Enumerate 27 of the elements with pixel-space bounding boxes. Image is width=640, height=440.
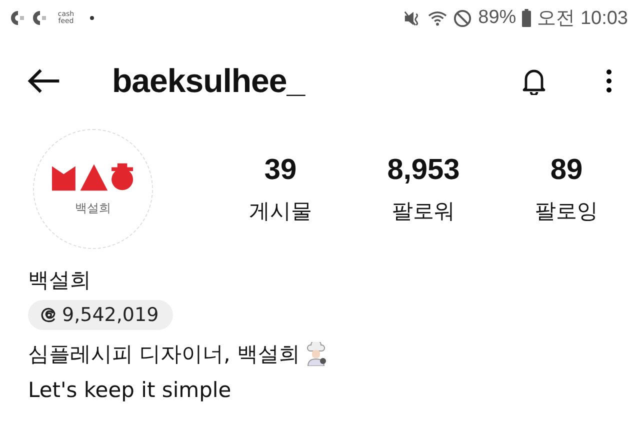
wifi-icon [428, 8, 448, 28]
username: baeksulhee_ [112, 62, 306, 100]
more-icon[interactable] [606, 69, 612, 93]
bio-text: Let's keep it simple [28, 378, 232, 402]
bell-icon[interactable] [522, 67, 546, 95]
back-icon[interactable] [26, 68, 62, 94]
stat-count[interactable]: 8,953 [387, 154, 460, 186]
app-icon [10, 10, 26, 26]
stat-count[interactable]: 39 [264, 154, 297, 186]
avatar-caption: 백설희 [75, 200, 111, 216]
avatar[interactable]: 백설희 [33, 129, 153, 249]
app-icon [32, 10, 48, 26]
logo-icon [51, 162, 135, 192]
stat-label[interactable]: 팔로워 [392, 196, 455, 224]
profile-name: 백설희 [27, 267, 92, 294]
stat-count[interactable]: 89 [550, 154, 583, 186]
stat-label[interactable]: 게시물 [249, 196, 312, 224]
blocked-icon [453, 8, 472, 28]
battery-icon [522, 9, 532, 27]
dot-icon [90, 16, 94, 20]
threads-icon [40, 306, 58, 324]
threads-badge[interactable]: 9,542,019 [28, 300, 173, 330]
stat-label[interactable]: 팔로잉 [535, 196, 598, 224]
bio-text: 심플레시피 디자이너, 백설희 [28, 341, 300, 368]
clock: 오전 10:03 [537, 7, 628, 31]
chef-icon [304, 342, 328, 366]
battery-percent: 89% [478, 7, 516, 29]
